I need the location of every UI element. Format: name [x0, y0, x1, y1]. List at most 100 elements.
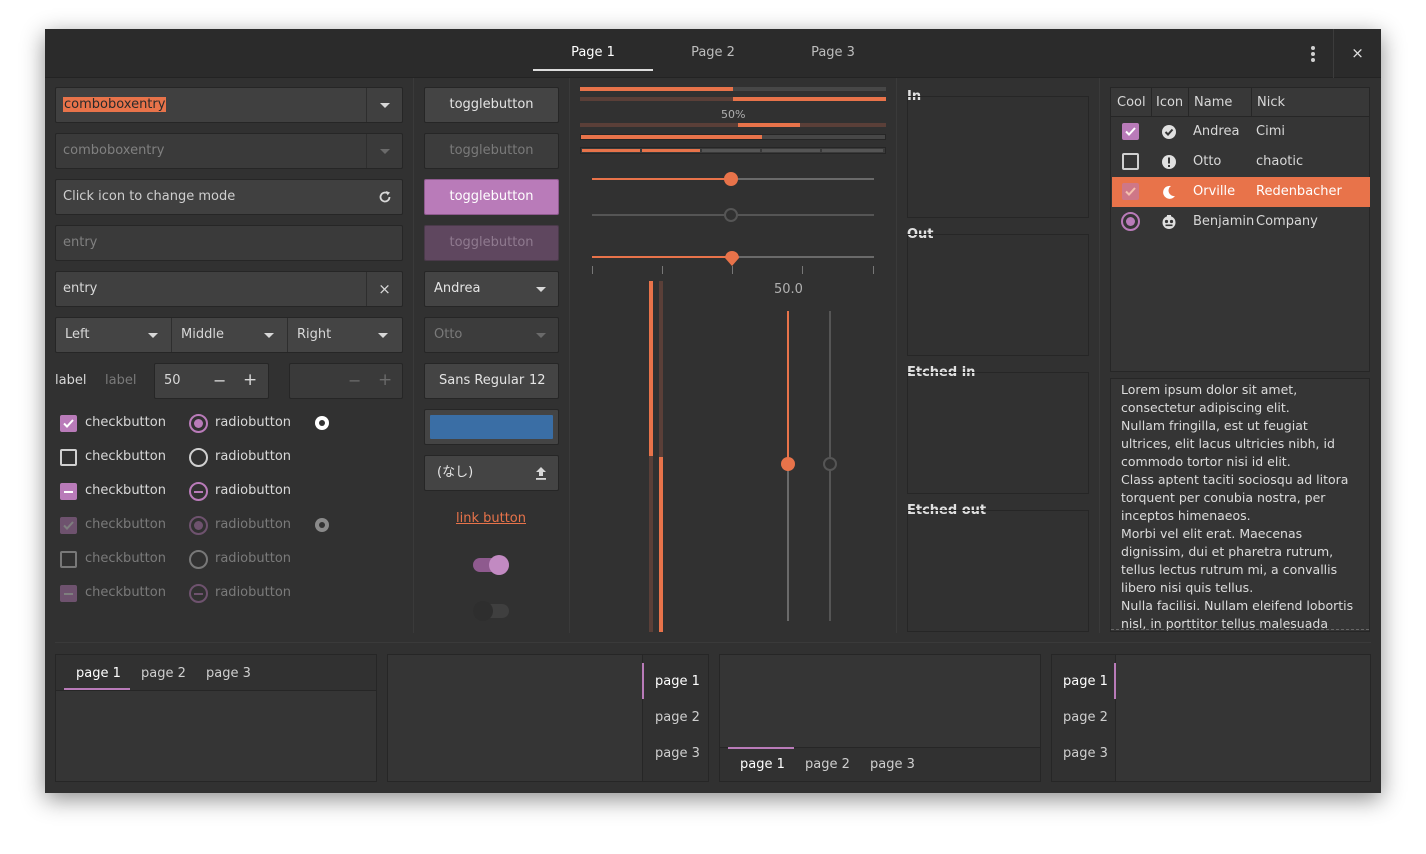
progressbar — [580, 97, 886, 101]
togglebutton[interactable]: togglebutton — [424, 87, 559, 123]
vertical-dots-icon[interactable] — [1293, 29, 1333, 78]
mode-entry-text[interactable]: Click icon to change mode — [63, 189, 235, 204]
font-button[interactable]: Sans Regular 12 — [424, 363, 559, 399]
tab-page-3[interactable]: Page 3 — [773, 29, 893, 71]
frame-out — [907, 234, 1089, 356]
hscale-knob-pointer[interactable] — [724, 249, 740, 267]
togglebutton-disabled: togglebutton — [424, 133, 559, 169]
chevron-down-icon — [264, 333, 274, 338]
notebook-tab-page-3[interactable]: page 3 — [206, 666, 251, 681]
tree-row[interactable]: Otto chaotic — [1112, 147, 1370, 177]
checkbox-unchecked[interactable] — [60, 449, 77, 466]
tab-page-1[interactable]: Page 1 — [533, 29, 653, 71]
entry-with-clear[interactable]: entry × — [55, 271, 403, 307]
notebook-tab-page-1[interactable]: page 1 — [740, 757, 785, 772]
combo-right[interactable]: Right — [288, 318, 402, 352]
cool-checkbox[interactable] — [1122, 183, 1139, 200]
progressbar — [580, 123, 886, 127]
switch-on[interactable] — [473, 555, 509, 575]
font-size: 12 — [529, 373, 546, 388]
combo-left[interactable]: Left — [56, 318, 172, 352]
column-header-cool[interactable]: Cool — [1117, 95, 1146, 110]
combo-middle[interactable]: Middle — [172, 318, 288, 352]
vertical-progressbar — [649, 281, 653, 632]
radiobutton-label: radiobutton — [215, 449, 292, 464]
label-disabled: label — [105, 373, 137, 388]
radio-checked-disabled — [189, 516, 208, 535]
progressbar — [580, 134, 886, 140]
notebook-tab-page-2[interactable]: page 2 — [141, 666, 186, 681]
tree-row[interactable]: Benjamin Company — [1112, 207, 1370, 237]
switch-knob — [489, 555, 509, 575]
hscale-knob[interactable] — [724, 172, 738, 186]
checkbutton-label: checkbutton — [85, 449, 166, 464]
row-name: Otto — [1193, 154, 1222, 169]
combo-andrea[interactable]: Andrea — [424, 271, 559, 307]
notebook-tab-page-3[interactable]: page 3 — [655, 746, 700, 761]
plus-icon: + — [378, 370, 393, 390]
dropdown-button[interactable] — [366, 88, 402, 122]
upload-icon — [536, 467, 546, 480]
chevron-down-icon — [380, 103, 390, 108]
radio-unchecked[interactable] — [189, 448, 208, 467]
notebook-tab-page-2[interactable]: page 2 — [655, 710, 700, 725]
dash-icon — [64, 490, 73, 493]
plus-icon[interactable]: + — [243, 370, 257, 390]
chevron-down-icon — [536, 287, 546, 292]
column-header-icon[interactable]: Icon — [1156, 95, 1183, 110]
clear-icon[interactable]: × — [366, 272, 402, 306]
combo-left-label: Left — [65, 327, 90, 342]
column-header-name[interactable]: Name — [1194, 95, 1232, 110]
color-button[interactable] — [424, 409, 559, 445]
text-view[interactable]: Lorem ipsum dolor sit amet, consectetur a… — [1110, 378, 1370, 632]
checkbox-checked[interactable] — [60, 415, 77, 432]
minus-icon[interactable]: − — [213, 371, 226, 390]
vertical-progressbar — [659, 281, 663, 632]
text-view-content[interactable]: Lorem ipsum dolor sit amet, consectetur a… — [1121, 381, 1366, 631]
togglebutton-active[interactable]: togglebutton — [424, 179, 559, 215]
progressbar — [580, 87, 886, 91]
tab-page-2[interactable]: Page 2 — [653, 29, 773, 71]
font-name: Sans Regular — [439, 373, 525, 388]
refresh-icon[interactable] — [377, 189, 393, 205]
combobox-entry-text[interactable]: comboboxentry — [63, 97, 167, 112]
tab-underline — [64, 688, 130, 690]
window: Page 1 Page 2 Page 3 × comboboxentry com… — [45, 29, 1381, 793]
close-button[interactable]: × — [1334, 29, 1381, 78]
spinbutton-disabled: − + — [289, 363, 403, 399]
spinbutton[interactable]: 50 − + — [154, 363, 269, 399]
face-icon — [1162, 215, 1176, 229]
radio-checked[interactable] — [189, 414, 208, 433]
radiobutton-label: radiobutton — [215, 551, 292, 566]
column-header-nick[interactable]: Nick — [1257, 95, 1285, 110]
radio-standalone[interactable] — [315, 416, 329, 430]
notebook-tabs-right: page 1 page 2 page 3 — [387, 654, 709, 782]
cool-checkbox[interactable] — [1122, 153, 1139, 170]
notebook-tab-page-2[interactable]: page 2 — [1063, 710, 1108, 725]
mode-entry[interactable]: Click icon to change mode — [55, 179, 403, 215]
tree-row[interactable]: Andrea Cimi — [1112, 117, 1370, 147]
checkbutton-label: checkbutton — [85, 585, 166, 600]
checkbutton-label: checkbutton — [85, 483, 166, 498]
cool-checkbox[interactable] — [1122, 123, 1139, 140]
radio-mixed[interactable] — [189, 482, 208, 501]
notebook-tab-page-2[interactable]: page 2 — [805, 757, 850, 772]
text-view-border — [1111, 629, 1369, 630]
link-button[interactable]: link button — [456, 511, 526, 526]
notebook-tab-page-1[interactable]: page 1 — [655, 674, 700, 689]
notebook-tab-page-1[interactable]: page 1 — [1063, 674, 1108, 689]
vscale-knob[interactable] — [781, 457, 795, 471]
notebook-tab-page-3[interactable]: page 3 — [870, 757, 915, 772]
file-chooser-button[interactable]: (なし) — [424, 455, 559, 491]
notebook-tab-page-3[interactable]: page 3 — [1063, 746, 1108, 761]
entry-text[interactable]: entry — [63, 281, 97, 296]
spin-value[interactable]: 50 — [164, 373, 181, 388]
notebook-tab-page-1[interactable]: page 1 — [76, 666, 121, 681]
chevron-down-icon — [378, 333, 388, 338]
check-icon — [1125, 127, 1136, 136]
comboboxentry[interactable]: comboboxentry — [55, 87, 403, 123]
cool-radio[interactable] — [1121, 212, 1140, 231]
tree-row-selected[interactable]: Orville Redenbacher — [1112, 177, 1370, 207]
checkbox-mixed[interactable] — [60, 483, 77, 500]
moon-icon — [1163, 185, 1175, 199]
